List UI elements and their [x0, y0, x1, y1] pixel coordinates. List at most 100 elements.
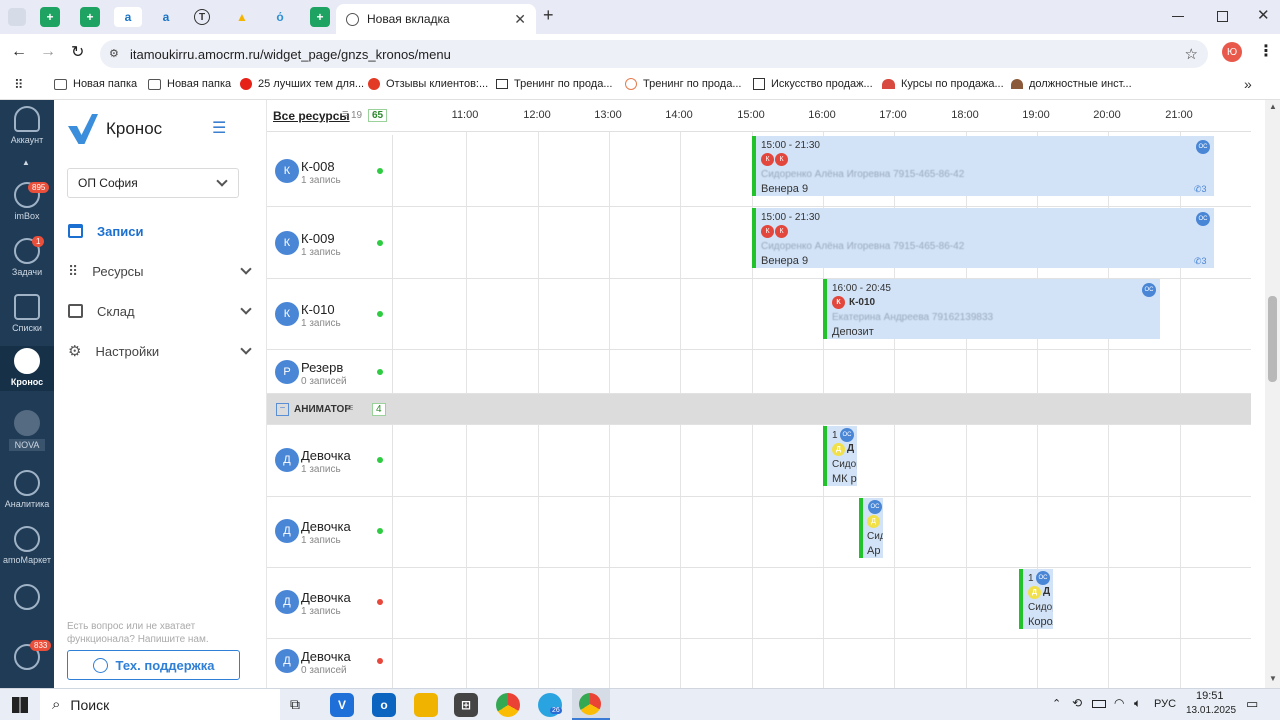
- booking-event[interactable]: 15:00 - 21:30 КК Сидоренко Алёна Игоревн…: [752, 136, 1214, 196]
- menu-resources[interactable]: ⠿ Ресурсы: [68, 260, 254, 282]
- resource-cell[interactable]: К К-008 1 запись: [267, 135, 393, 206]
- branch-select[interactable]: ОП София: [67, 168, 239, 198]
- maximize-icon[interactable]: [1217, 11, 1228, 22]
- windows-start-icon[interactable]: [12, 697, 28, 713]
- explorer-icon[interactable]: [414, 693, 438, 717]
- amo-tasks[interactable]: Задачи: [0, 238, 54, 277]
- booking-event[interactable]: 1 ДД Сидор МК р ОС: [823, 426, 857, 486]
- apps-grid-icon[interactable]: ⠿: [14, 77, 24, 93]
- menu-icon[interactable]: ⋮: [1258, 41, 1274, 61]
- resource-cell[interactable]: Д Девочка 1 запись: [267, 568, 393, 638]
- store-icon[interactable]: ⊞: [454, 693, 478, 717]
- collapse-menu-icon[interactable]: ☰: [212, 118, 226, 138]
- resource-cell[interactable]: Д Девочка 1 запись: [267, 497, 393, 567]
- taskbar-app-icon[interactable]: V: [330, 693, 354, 717]
- collapse-group-icon[interactable]: −: [276, 403, 289, 416]
- bookmark-folder[interactable]: Новая папка: [54, 78, 137, 90]
- amo-kronos[interactable]: Кронос: [0, 346, 54, 391]
- menu-settings[interactable]: ⚙ Настройки: [68, 340, 254, 362]
- close-window-icon[interactable]: ✕: [1257, 6, 1270, 24]
- resource-cell[interactable]: Д Девочка 0 записей: [267, 639, 393, 688]
- amo-nova[interactable]: NOVA: [0, 410, 54, 451]
- menu-warehouse[interactable]: Склад: [68, 300, 254, 322]
- close-tab-icon[interactable]: ✕: [514, 11, 526, 28]
- language-indicator[interactable]: РУС: [1154, 698, 1176, 710]
- reload-icon[interactable]: ↻: [71, 42, 84, 62]
- notifications-badge: 833: [30, 640, 52, 651]
- scroll-down-icon[interactable]: ▼: [1269, 674, 1277, 683]
- resource-row[interactable]: Д Девочка 0 записей: [267, 639, 1251, 688]
- amo-account[interactable]: Аккаунт: [0, 106, 54, 145]
- amo-tab-icon[interactable]: a: [114, 7, 142, 27]
- volume-icon[interactable]: 🔈︎: [1134, 696, 1141, 711]
- event-place: МК р: [832, 473, 857, 485]
- group-row[interactable]: − АНИМАТОР ≡ 4: [267, 394, 1251, 425]
- amo-analytics[interactable]: Аналитика: [0, 470, 54, 509]
- tray-chevron-icon[interactable]: ⌃: [1052, 697, 1061, 710]
- clock-time[interactable]: 19:51: [1196, 690, 1224, 702]
- resource-cell[interactable]: К К-010 1 запись: [267, 279, 393, 349]
- booking-event[interactable]: 1 ДД Сидор Корол ОС: [1019, 569, 1053, 629]
- scrollbar-thumb[interactable]: [1268, 296, 1277, 382]
- bookmark-item[interactable]: 25 лучших тем для...: [240, 78, 364, 90]
- tab-new[interactable]: Новая вкладка ✕: [336, 4, 536, 34]
- chrome-profile-active[interactable]: [572, 689, 610, 720]
- site-info-icon[interactable]: ⚙: [109, 47, 119, 60]
- resource-cell[interactable]: К К-009 1 запись: [267, 207, 393, 278]
- resource-count: 0 записей: [301, 376, 347, 387]
- filter-icon[interactable]: ≡: [342, 108, 348, 120]
- bookmark-item[interactable]: должностные инст...: [1011, 78, 1132, 90]
- taskbar-search[interactable]: ⌕ Поиск: [40, 689, 280, 720]
- sheets-tab-icon[interactable]: +: [80, 7, 100, 27]
- booking-event[interactable]: 15:00 - 21:30 КК Сидоренко Алёна Игоревн…: [752, 208, 1214, 268]
- tab-icon[interactable]: ό: [270, 7, 290, 27]
- chrome-icon[interactable]: [496, 693, 520, 717]
- notifications-icon[interactable]: ▭: [1246, 696, 1258, 712]
- resource-row[interactable]: Р Резерв 0 записей: [267, 350, 1251, 394]
- bookmark-item[interactable]: Тренинг по прода...: [625, 78, 741, 90]
- task-view-icon[interactable]: ⧉: [290, 696, 300, 713]
- amo-tab-icon[interactable]: a: [156, 7, 176, 27]
- tab-search-icon[interactable]: [8, 8, 26, 26]
- resource-count: 1 запись: [301, 606, 341, 617]
- wifi-icon[interactable]: ◠: [1114, 696, 1124, 710]
- amo-settings[interactable]: [0, 584, 54, 610]
- bookmark-folder[interactable]: Новая папка: [148, 78, 231, 90]
- resource-row[interactable]: Д Девочка 1 запись: [267, 497, 1251, 568]
- more-bookmarks-icon[interactable]: »: [1244, 76, 1252, 92]
- bookmark-item[interactable]: Тренинг по прода...: [496, 78, 612, 90]
- page-scrollbar[interactable]: ▲ ▼: [1265, 100, 1280, 688]
- amo-lists[interactable]: Списки: [0, 294, 54, 333]
- outlook-icon[interactable]: o: [372, 693, 396, 717]
- booking-event[interactable]: 16:00 - 20:45 К К-010 Екатерина Андреева …: [823, 279, 1160, 339]
- clock-date[interactable]: 13.01.2025: [1186, 705, 1236, 716]
- sheets-tab-icon[interactable]: +: [40, 7, 60, 27]
- resource-cell[interactable]: Р Резерв 0 записей: [267, 350, 393, 393]
- support-button[interactable]: Тех. поддержка: [67, 650, 240, 680]
- tray-app-icon[interactable]: ⟲: [1072, 696, 1082, 710]
- bookmark-star-icon[interactable]: ☆: [1185, 45, 1198, 63]
- tilda-tab-icon[interactable]: T: [194, 9, 210, 25]
- resource-row[interactable]: Д Девочка 1 запись: [267, 568, 1251, 639]
- resource-row[interactable]: Д Девочка 1 запись: [267, 425, 1251, 497]
- bookmark-item[interactable]: Искусство продаж...: [753, 78, 873, 90]
- new-tab-icon[interactable]: +: [543, 5, 554, 26]
- minimize-icon[interactable]: [1172, 16, 1184, 17]
- back-icon[interactable]: ←: [11, 43, 27, 61]
- filter-icon[interactable]: ≡: [347, 402, 353, 414]
- all-resources-filter[interactable]: Все ресурсы: [273, 109, 350, 123]
- menu-records[interactable]: Записи: [68, 220, 254, 242]
- amo-market[interactable]: amoМаркет: [0, 526, 54, 565]
- bookmark-item[interactable]: Отзывы клиентов:...: [368, 78, 488, 90]
- sheets-tab-icon[interactable]: +: [310, 7, 330, 27]
- booking-event[interactable]: Д Сид Ар ОС: [859, 498, 883, 558]
- scroll-up-icon[interactable]: ▲: [1269, 102, 1277, 111]
- collapse-up-icon[interactable]: ▲: [22, 158, 30, 167]
- resource-cell[interactable]: Д Девочка 1 запись: [267, 425, 393, 496]
- drive-tab-icon[interactable]: ▲: [232, 7, 252, 27]
- profile-avatar[interactable]: Ю: [1222, 42, 1242, 62]
- amo-label: amoМаркет: [3, 555, 51, 565]
- address-bar[interactable]: ⚙ itamoukirru.amocrm.ru/widget_page/gnzs…: [100, 40, 1208, 68]
- forward-icon[interactable]: →: [40, 43, 56, 61]
- bookmark-item[interactable]: Курсы по продажа...: [882, 78, 1004, 90]
